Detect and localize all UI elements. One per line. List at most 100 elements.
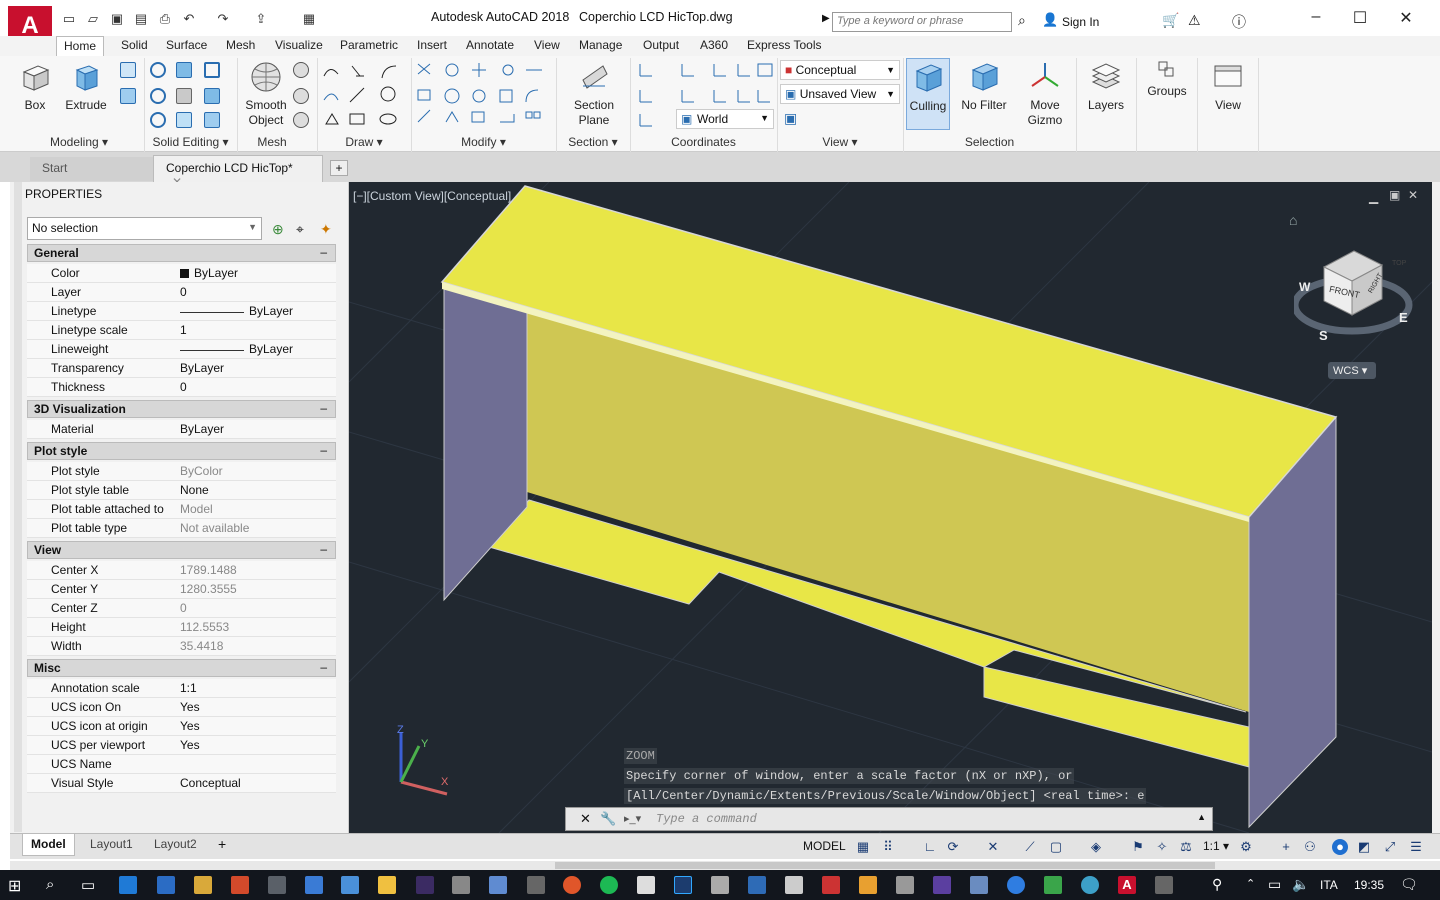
dynamic-ucs-icon[interactable]: ⟋ [1022,839,1038,855]
command-prompt-icon[interactable]: ▸_▾ [624,812,641,825]
app-icon[interactable] [489,876,507,894]
redo-icon[interactable]: ↷ [214,11,232,27]
annotation-scale-dropdown[interactable]: 1:1 ▾ [1203,839,1229,853]
model-space-toggle[interactable]: MODEL [803,839,846,853]
property-row[interactable]: Center Z 0 [27,599,336,618]
search-input[interactable]: Type a keyword or phrase [832,12,1012,32]
property-row[interactable]: Color ByLayer [27,264,336,283]
premiere-icon[interactable] [416,876,434,894]
property-row[interactable]: UCS Name [27,755,336,774]
binoculars-icon[interactable]: ⌕ [1018,12,1026,29]
property-value[interactable]: ByLayer [249,304,293,318]
panel-selection[interactable]: Selection [903,135,1076,151]
task-view-icon[interactable]: ▭ [81,876,95,894]
section-plane-button[interactable]: Section Plane [570,60,618,128]
hardware-acceleration-icon[interactable]: ◩ [1356,839,1372,855]
close-icon[interactable]: ✕ [580,811,591,827]
property-value[interactable]: 1 [180,323,187,337]
property-section-general[interactable]: General – [27,244,336,262]
property-value[interactable]: Yes [180,700,200,714]
compass-w[interactable]: W [1299,280,1310,294]
new-tab-button[interactable]: + [330,160,348,176]
property-value[interactable]: Conceptual [180,776,241,790]
property-row[interactable]: UCS icon On Yes [27,698,336,717]
property-row[interactable]: Height 112.5553 [27,618,336,637]
app-icon[interactable] [1155,876,1173,894]
toggle-pickadd-icon[interactable]: ⊕ [272,221,284,238]
layers-button[interactable]: Layers [1084,60,1128,113]
viewcube-top-face[interactable]: TOP [1392,260,1406,267]
auto-scale-icon[interactable]: ✧ [1154,839,1170,855]
photos-icon[interactable] [194,876,212,894]
viewport-controls-label[interactable]: [−][Custom View][Conceptual] [353,189,511,203]
app-icon[interactable] [341,876,359,894]
property-value[interactable]: 1:1 [180,681,197,695]
visual-style-dropdown[interactable]: ■ Conceptual ▼ [780,60,900,80]
viewcube[interactable] [1294,207,1414,357]
osnap-icon[interactable]: ✕ [985,839,1001,855]
clean-screen-icon[interactable]: ⤢ [1382,839,1398,855]
network-icon[interactable]: ▭ [1268,876,1281,893]
draw-tools[interactable] [322,62,412,135]
property-row[interactable]: UCS icon at origin Yes [27,717,336,736]
box-button[interactable]: Box [14,60,56,113]
clock[interactable]: 19:35 [1354,878,1384,892]
viewport-config-icon[interactable]: ▣ [784,110,797,127]
app-icon[interactable] [822,876,840,894]
property-row[interactable]: Layer 0 [27,283,336,302]
tab-parametric[interactable]: Parametric [333,36,405,56]
property-row[interactable]: Transparency ByLayer [27,359,336,378]
property-section-view[interactable]: View – [27,541,336,559]
vertical-scrollbar[interactable] [1432,182,1440,833]
tab-annotate[interactable]: Annotate [459,36,521,56]
save-as-icon[interactable]: ▤ [132,11,150,27]
collapse-icon[interactable]: – [320,401,327,415]
compass-e[interactable]: E [1399,310,1408,325]
property-value[interactable]: 1789.1488 [180,563,237,577]
property-row[interactable]: Linetype ByLayer [27,302,336,321]
ortho-icon[interactable]: ∟ [922,839,938,855]
app-icon[interactable] [527,876,545,894]
app-icon[interactable] [305,876,323,894]
search-icon[interactable]: ⌕ [46,876,54,893]
drawing-viewport[interactable]: TOP FRONT RIGHT W S E ⌂ WCS ▾ Z Y X ▁ ▣ … [349,182,1432,833]
property-row[interactable]: UCS per viewport Yes [27,736,336,755]
collapse-icon[interactable]: – [320,542,327,556]
property-value[interactable]: ByLayer [249,342,293,356]
panel-coordinates[interactable]: Coordinates [630,135,777,151]
wcs-menu[interactable]: WCS ▾ [1328,362,1376,379]
search-expand-icon[interactable]: ▶ [822,13,830,24]
extrude-button[interactable]: Extrude [62,60,110,113]
property-section-misc[interactable]: Misc – [27,659,336,677]
firefox-icon[interactable] [563,876,581,894]
move-gizmo-button[interactable]: Move Gizmo [1022,60,1068,128]
tab-surface[interactable]: Surface [159,36,214,56]
property-value[interactable]: ByLayer [194,266,238,280]
tab-insert[interactable]: Insert [410,36,454,56]
tab-visualize[interactable]: Visualize [268,36,330,56]
windows-start-icon[interactable]: ⊞ [8,876,21,896]
layout-tab-layout2[interactable]: Layout2 [146,834,205,856]
no-filter-button[interactable]: No Filter [958,60,1010,113]
annotation-scale-icon[interactable]: ⚖ [1178,839,1194,855]
property-value[interactable]: 0 [180,380,187,394]
notifications-icon[interactable]: 🗨 [1400,876,1418,893]
property-value[interactable]: Yes [180,719,200,733]
property-value[interactable]: Not available [180,521,249,535]
app-icon[interactable] [970,876,988,894]
panel-draw[interactable]: Draw ▾ [317,135,411,151]
sign-in-link[interactable]: Sign In [1062,15,1099,29]
polar-icon[interactable]: ⟳ [945,839,961,855]
property-row[interactable]: Annotation scale 1:1 [27,679,336,698]
app-icon[interactable] [785,876,803,894]
file-explorer-icon[interactable] [378,876,396,894]
panel-section[interactable]: Section ▾ [556,135,630,151]
tab-express-tools[interactable]: Express Tools [740,36,828,56]
home-icon[interactable]: ⌂ [1289,212,1297,228]
autocad-taskbar-icon[interactable]: A [1118,876,1136,894]
collapse-icon[interactable]: – [320,443,327,457]
viewport-restore-icon[interactable]: ▣ [1389,188,1400,202]
spotify-icon[interactable] [600,876,618,894]
units-icon[interactable]: ⚇ [1302,839,1318,855]
property-value[interactable]: ByLayer [180,422,224,436]
